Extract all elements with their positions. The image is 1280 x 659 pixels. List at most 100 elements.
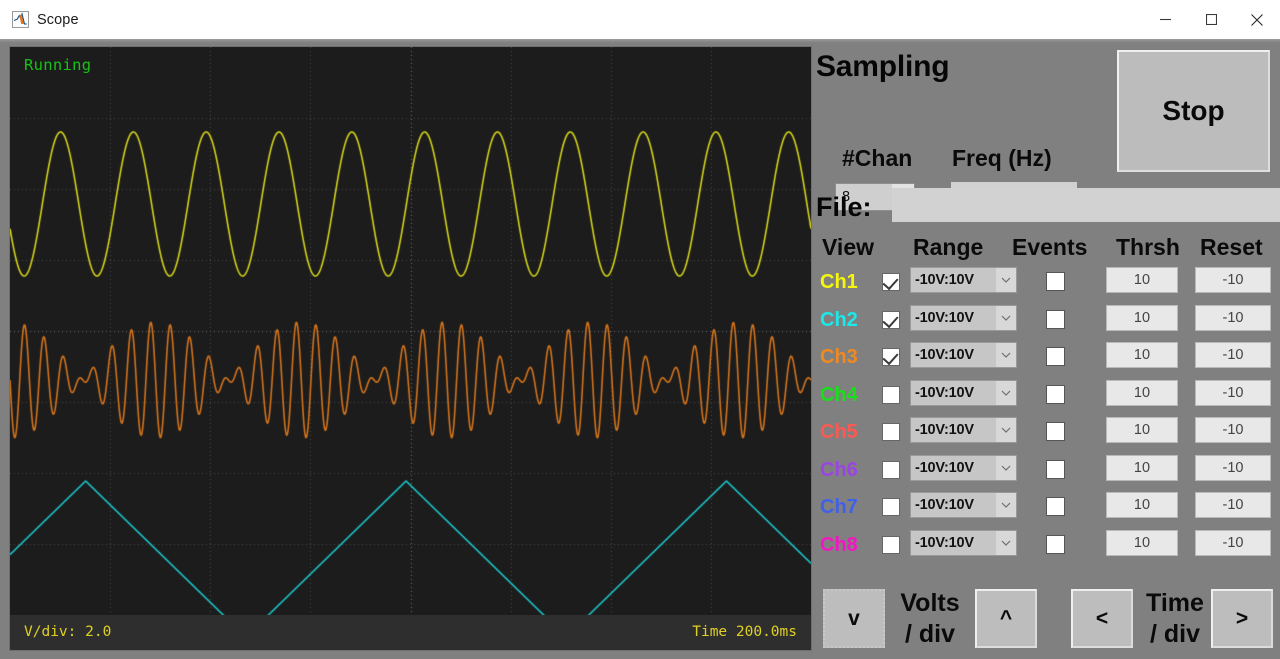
time-increase-button[interactable]: > [1211,589,1273,648]
events-checkbox[interactable] [1046,272,1065,291]
time-decrease-button[interactable]: < [1071,589,1133,648]
scope-readout-bar: V/div: 2.0 Time 200.0ms [10,615,811,650]
table-row: Ch7 -10V:10V 10 -10 [816,491,1280,529]
volts-per-div-label: Volts / div [889,588,971,650]
time-label-line1: Time [1146,589,1204,617]
view-checkbox[interactable] [882,535,900,554]
reset-input[interactable]: -10 [1195,304,1271,331]
range-select[interactable]: -10V:10V [910,417,1017,443]
range-select[interactable]: -10V:10V [910,529,1017,556]
table-row: Ch5 -10V:10V 10 -10 [816,416,1280,454]
reset-input[interactable]: -10 [1195,379,1271,406]
volts-per-div-readout: V/div: 2.0 [24,624,112,640]
range-select[interactable]: -10V:10V [910,267,1017,293]
time-per-div-readout: Time 200.0ms [692,624,797,640]
events-checkbox[interactable] [1046,459,1065,479]
scope-display[interactable]: Running V/div: 2.0 Time 200.0ms [9,46,812,651]
range-select[interactable]: -10V:10V [910,454,1017,481]
table-row: Ch6 -10V:10V 10 -10 [816,454,1280,492]
title-bar-left: Scope [12,0,79,39]
header-events: Events [1012,234,1088,260]
header-thrsh: Thrsh [1116,234,1180,260]
range-value: -10V:10V [915,347,974,363]
reset-input[interactable]: -10 [1195,342,1271,368]
reset-input[interactable]: -10 [1195,267,1271,293]
threshold-input[interactable]: 10 [1106,379,1178,406]
events-checkbox[interactable] [1046,534,1065,554]
view-checkbox[interactable] [882,460,900,479]
scale-controls: v Volts / div ^ < Time / div > [816,585,1280,659]
view-checkbox[interactable] [882,348,900,366]
table-row: Ch3 -10V:10V 10 -10 [816,341,1280,379]
volts-label-line1: Volts [900,589,960,617]
maximize-button[interactable] [1188,0,1234,39]
range-select[interactable]: -10V:10V [910,379,1017,406]
channel-label: Ch3 [820,346,858,368]
chan-count-label: #Chan [842,145,913,171]
volts-increase-button[interactable]: ^ [975,589,1037,648]
window-title: Scope [37,11,79,28]
range-value: -10V:10V [915,459,974,476]
channel-rows: Ch1 -10V:10V 10 -10 Ch2 -10V:10V 10 -10 Ch3 -10V:… [816,266,1280,566]
threshold-input[interactable]: 10 [1106,454,1178,481]
stop-button[interactable]: Stop [1117,50,1270,172]
chevron-down-icon [996,530,1016,555]
file-label: File: [816,192,872,222]
reset-input[interactable]: -10 [1195,492,1271,518]
range-select[interactable]: -10V:10V [910,492,1017,518]
file-input[interactable] [892,188,1280,222]
control-panel: Sampling #Chan 8 Freq (Hz) 1000 Stop Fil… [816,46,1280,659]
threshold-input[interactable]: 10 [1106,342,1178,368]
chevron-down-icon [996,268,1016,292]
reset-input[interactable]: -10 [1195,529,1271,556]
events-checkbox[interactable] [1046,384,1065,404]
threshold-input[interactable]: 10 [1106,417,1178,443]
events-checkbox[interactable] [1046,422,1065,441]
close-button[interactable] [1234,0,1280,39]
chevron-down-icon [996,418,1016,442]
range-value: -10V:10V [915,534,974,551]
view-checkbox[interactable] [882,385,900,404]
title-bar: Scope [0,0,1280,39]
minimize-button[interactable] [1142,0,1188,39]
channel-label: Ch2 [820,308,858,331]
scope-status-text: Running [24,56,92,74]
events-checkbox[interactable] [1046,347,1065,366]
threshold-input[interactable]: 10 [1106,529,1178,556]
volts-decrease-button[interactable]: v [823,589,885,648]
range-value: -10V:10V [915,309,974,326]
channel-table: View Range Events Thrsh Reset Ch1 -10V:10… [816,234,1280,566]
reset-input[interactable]: -10 [1195,454,1271,481]
events-checkbox[interactable] [1046,309,1065,329]
events-checkbox[interactable] [1046,497,1065,516]
view-checkbox[interactable] [882,498,900,516]
view-checkbox[interactable] [882,310,900,329]
matlab-icon [12,11,29,28]
sampling-header: Sampling [816,50,950,83]
header-view: View [822,234,874,260]
range-select[interactable]: -10V:10V [910,342,1017,368]
channel-label: Ch7 [820,496,858,518]
title-bar-divider [0,39,1280,43]
waveform-canvas [10,47,811,650]
chevron-down-icon [996,455,1016,480]
range-value: -10V:10V [915,272,974,288]
table-row: Ch8 -10V:10V 10 -10 [816,529,1280,567]
reset-input[interactable]: -10 [1195,417,1271,443]
view-checkbox[interactable] [882,423,900,441]
scope-window: Scope Running V/div: 2.0 Time 200.0ms Sa… [0,0,1280,659]
channel-label: Ch1 [820,271,858,293]
chevron-down-icon [996,343,1016,367]
channel-table-header: View Range Events Thrsh Reset [816,234,1280,266]
threshold-input[interactable]: 10 [1106,492,1178,518]
volts-label-line2: / div [904,620,955,648]
threshold-input[interactable]: 10 [1106,267,1178,293]
chevron-down-icon [996,493,1016,517]
range-value: -10V:10V [915,384,974,401]
table-row: Ch1 -10V:10V 10 -10 [816,266,1280,304]
range-select[interactable]: -10V:10V [910,304,1017,331]
range-value: -10V:10V [915,422,974,438]
threshold-input[interactable]: 10 [1106,304,1178,331]
view-checkbox[interactable] [882,273,900,291]
frequency-label: Freq (Hz) [952,145,1052,171]
